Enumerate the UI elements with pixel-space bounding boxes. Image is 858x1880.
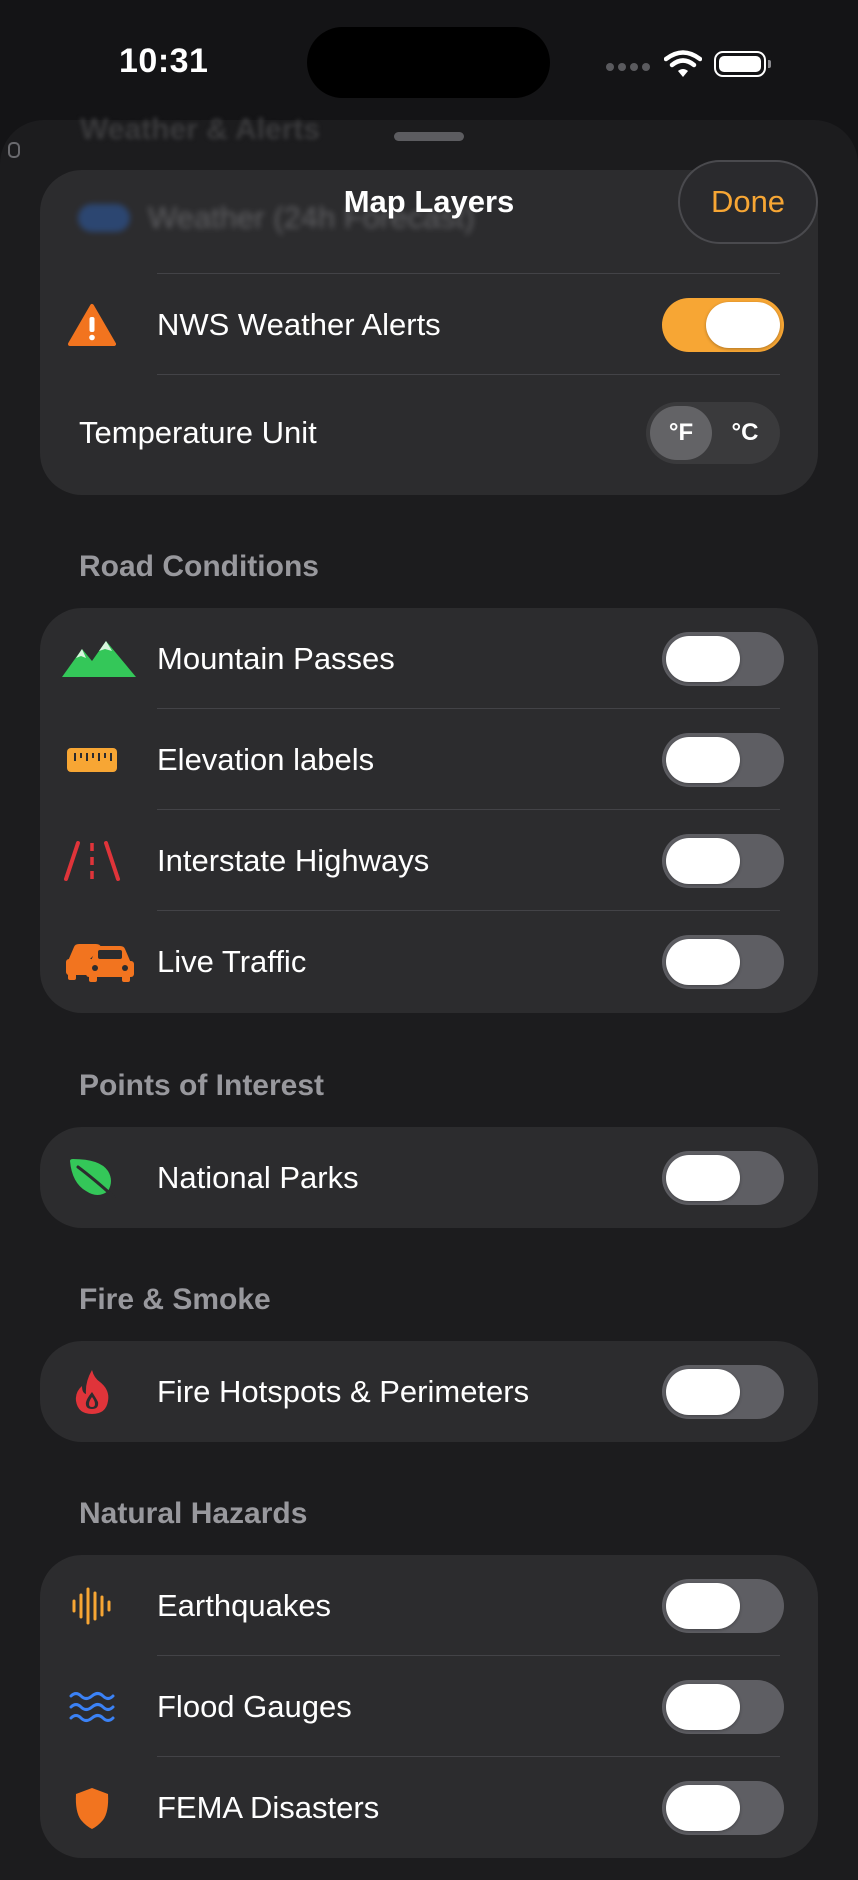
road-icon: [62, 835, 122, 887]
celsius-option[interactable]: °C: [714, 406, 776, 460]
waveform-icon: [66, 1580, 118, 1632]
flood-gauges-toggle[interactable]: [662, 1679, 784, 1734]
interstate-highways-toggle[interactable]: [662, 833, 784, 888]
leaf-icon: [66, 1152, 118, 1204]
nws-alerts-row[interactable]: NWS Weather Alerts: [40, 274, 818, 375]
sheet-grabber[interactable]: [394, 132, 464, 141]
battery-icon: [714, 51, 771, 77]
ruler-icon: [66, 734, 118, 786]
mountain-passes-row[interactable]: Mountain Passes: [40, 608, 818, 709]
fema-disasters-toggle[interactable]: [662, 1780, 784, 1835]
road-conditions-header: Road Conditions: [79, 550, 319, 583]
mountain-passes-toggle[interactable]: [662, 631, 784, 686]
fire-smoke-group: Fire Hotspots & Perimeters: [40, 1341, 818, 1442]
earthquakes-toggle[interactable]: [662, 1578, 784, 1633]
national-parks-row[interactable]: National Parks: [40, 1127, 818, 1228]
natural-hazards-group: Earthquakes Flood Gauges FEMA Disasters: [40, 1555, 818, 1858]
scrolled-section-header: Weather & Alerts: [80, 113, 321, 146]
elevation-labels-row[interactable]: Elevation labels: [40, 709, 818, 810]
status-time: 10:31: [119, 42, 209, 80]
mountain-icon: [62, 633, 136, 685]
nws-alerts-toggle[interactable]: [662, 297, 784, 352]
fahrenheit-option[interactable]: °F: [650, 405, 712, 460]
dynamic-island: [307, 27, 550, 98]
fema-disasters-row[interactable]: FEMA Disasters: [40, 1757, 818, 1858]
points-of-interest-group: National Parks: [40, 1127, 818, 1228]
points-of-interest-header: Points of Interest: [79, 1069, 325, 1102]
wifi-icon: [664, 50, 702, 77]
earthquakes-row[interactable]: Earthquakes: [40, 1555, 818, 1656]
live-traffic-row[interactable]: Live Traffic: [40, 911, 818, 1012]
temperature-unit-label: Temperature Unit: [79, 414, 317, 450]
fire-hotspots-toggle[interactable]: [662, 1364, 784, 1419]
done-button[interactable]: Done: [678, 160, 818, 244]
water-waves-icon: [66, 1681, 118, 1733]
flame-icon: [66, 1366, 118, 1418]
temperature-unit-row: Temperature Unit °F °C: [40, 375, 818, 490]
fire-hotspots-row[interactable]: Fire Hotspots & Perimeters: [40, 1341, 818, 1442]
shield-icon: [66, 1782, 118, 1834]
edge-indicator: [8, 142, 20, 158]
flood-gauges-row[interactable]: Flood Gauges: [40, 1656, 818, 1757]
road-conditions-group: Mountain Passes Elevation labels Interst…: [40, 608, 818, 1013]
fire-smoke-header: Fire & Smoke: [79, 1283, 271, 1316]
national-parks-toggle[interactable]: [662, 1150, 784, 1205]
temperature-unit-segmented-control[interactable]: °F °C: [646, 401, 780, 464]
cars-icon: [64, 936, 134, 988]
nws-alerts-label: NWS Weather Alerts: [157, 306, 441, 342]
status-icons: [606, 44, 771, 84]
natural-hazards-header: Natural Hazards: [79, 1497, 308, 1530]
live-traffic-toggle[interactable]: [662, 934, 784, 989]
interstate-highways-row[interactable]: Interstate Highways: [40, 810, 818, 911]
warning-triangle-icon: [66, 299, 118, 351]
cellular-signal-icon: [606, 63, 650, 71]
elevation-labels-toggle[interactable]: [662, 732, 784, 787]
